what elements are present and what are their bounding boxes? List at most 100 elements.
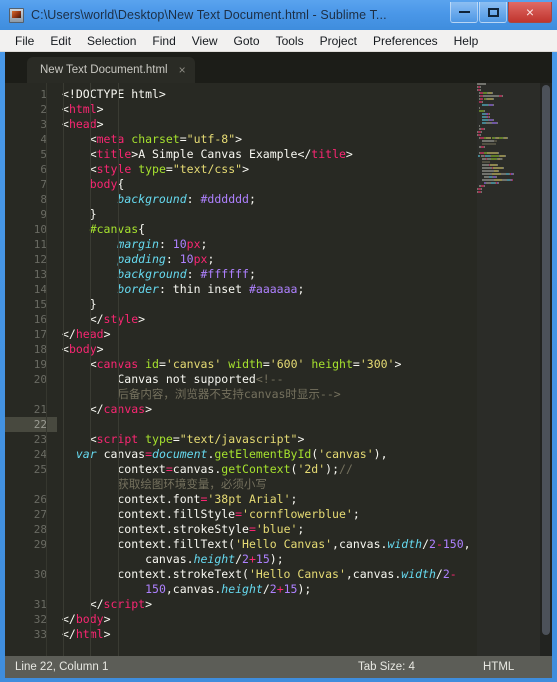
tab-size-indicator[interactable]: Tab Size: 4 — [358, 661, 415, 673]
code-token: </ — [62, 312, 104, 326]
menu-item-file[interactable]: File — [7, 32, 42, 50]
code-token: = — [262, 357, 270, 371]
code-token: script — [103, 597, 146, 611]
code-token: context.fillStyle — [62, 507, 236, 521]
code-token: '38pt Arial' — [207, 492, 291, 506]
code-token: / — [422, 537, 429, 551]
code-token: 2 — [442, 567, 450, 581]
minimap[interactable] — [477, 83, 540, 656]
tab-close-icon[interactable]: × — [179, 64, 186, 76]
code-token: #aaaaaa — [248, 282, 298, 296]
code-token: style — [96, 162, 132, 176]
code-token: html — [68, 102, 97, 116]
editor-frame: New Text Document.html × 1 2 3 4 5 6 7 8 9 10 11 12 1… — [5, 52, 552, 656]
code-token: 'canvas' — [318, 447, 374, 461]
code-token: , — [463, 537, 471, 551]
minimize-button[interactable] — [450, 2, 478, 23]
code-token: 2 — [269, 582, 277, 596]
code-token: 150 — [442, 537, 464, 551]
code-token: < — [62, 432, 97, 446]
gutter-line-number: 27 — [33, 508, 47, 521]
gutter-line-number: 32 — [33, 613, 47, 626]
code-token: 后备内容，浏览器不支持canvas时显示--> — [62, 387, 341, 401]
code-token: px — [186, 237, 201, 251]
code-token: height — [193, 552, 236, 566]
menu-item-selection[interactable]: Selection — [79, 32, 144, 50]
code-line: <body> — [62, 342, 477, 357]
maximize-button[interactable] — [479, 2, 507, 23]
code-token: ; — [297, 282, 305, 296]
code-token: #dddddd — [200, 192, 249, 206]
gutter-line-number: 7 — [40, 178, 47, 191]
menu-item-preferences[interactable]: Preferences — [365, 32, 446, 50]
maximize-icon — [487, 7, 499, 17]
code-token: 150 — [145, 582, 166, 596]
gutter-line-number: 6 — [40, 163, 47, 176]
code-token: = — [235, 507, 243, 521]
code-token: </ — [62, 627, 76, 641]
code-line: var canvas=document.getElementById('canv… — [62, 447, 477, 462]
gutter-line-number: 18 — [33, 343, 47, 356]
menu-bar: File Edit Selection Find View Goto Tools Projec… — [0, 30, 557, 52]
code-line: <head> — [62, 117, 477, 132]
code-token: } — [62, 207, 97, 221]
menu-item-help[interactable]: Help — [446, 32, 487, 50]
code-line: <title>A Simple Canvas Example</title> — [62, 147, 477, 162]
editor-body: 1 2 3 4 5 6 7 8 9 10 11 12 13 14 15 16 17 18 19 20 21 22 23 24 2… — [5, 83, 552, 656]
code-line: context.strokeText('Hello Canvas',canvas… — [62, 567, 477, 582]
code-token: 获取绘图环境变量，必须小写 — [62, 477, 267, 491]
code-token: title — [96, 147, 132, 161]
code-line: margin: 10px; — [62, 237, 477, 252]
code-token: #ffffff — [200, 267, 249, 281]
scrollbar-thumb[interactable] — [542, 85, 550, 636]
gutter-line-number: 22 — [5, 417, 57, 432]
code-token: title — [311, 147, 346, 161]
code-area[interactable]: <!DOCTYPE html> <html> <head> <meta charse… — [57, 83, 477, 656]
code-token: </ — [62, 327, 76, 341]
vertical-scrollbar[interactable] — [540, 83, 552, 656]
code-token: = — [172, 432, 180, 446]
menu-item-project[interactable]: Project — [312, 32, 365, 50]
menu-item-view[interactable]: View — [184, 32, 226, 50]
menu-item-edit[interactable]: Edit — [42, 32, 79, 50]
code-line: </script> — [62, 597, 477, 612]
minimap-viewport[interactable] — [477, 83, 540, 656]
code-token: + — [276, 582, 284, 596]
code-token: </ — [297, 147, 312, 161]
gutter-line-number: 9 — [40, 208, 47, 221]
code-token: } — [62, 297, 97, 311]
menu-item-goto[interactable]: Goto — [226, 32, 268, 50]
code-token: height — [221, 582, 263, 596]
code-token: ), — [373, 447, 388, 461]
code-line: context.fillStyle='cornflowerblue'; — [62, 507, 477, 522]
code-token: '2d' — [297, 462, 326, 476]
syntax-mode-indicator[interactable]: HTML — [483, 661, 514, 673]
code-token: ; — [248, 267, 256, 281]
code-line: } — [62, 207, 477, 222]
code-token: document — [152, 447, 208, 461]
code-token: '300' — [359, 357, 395, 371]
code-token: head — [68, 117, 97, 131]
code-line: context=canvas.getContext('2d');// — [62, 462, 477, 477]
gutter-line-number: 28 — [33, 523, 47, 536]
code-line: #canvas{ — [62, 222, 477, 237]
editor-tab[interactable]: New Text Document.html × — [27, 57, 195, 83]
code-token: margin — [117, 237, 159, 251]
code-line: context.fillText('Hello Canvas',canvas.w… — [62, 537, 477, 552]
menu-item-find[interactable]: Find — [144, 32, 183, 50]
code-line: </style> — [62, 312, 477, 327]
code-line: border: thin inset #aaaaaa; — [62, 282, 477, 297]
gutter-line-number: 16 — [33, 313, 47, 326]
tab-bar: New Text Document.html × — [5, 52, 552, 83]
code-token: > — [103, 327, 111, 341]
cursor-position[interactable]: Line 22, Column 1 — [15, 661, 108, 673]
code-token: 2 — [429, 537, 436, 551]
close-button[interactable]: × — [508, 2, 552, 23]
code-token: : — [158, 282, 173, 296]
code-token: > — [235, 132, 243, 146]
menu-item-tools[interactable]: Tools — [268, 32, 312, 50]
code-line-wrapped: canvas.height/2+15); — [62, 552, 477, 567]
code-token: border — [117, 282, 159, 296]
